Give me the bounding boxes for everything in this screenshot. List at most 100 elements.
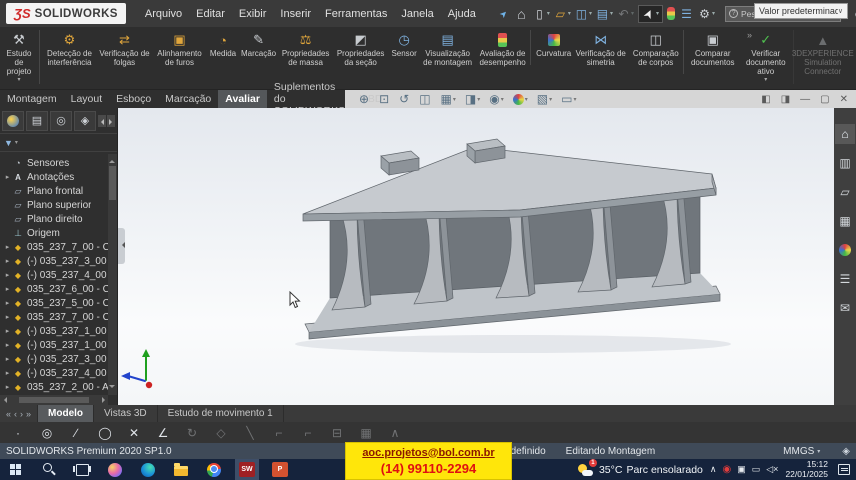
home-tab-icon[interactable]: ⌂ (835, 124, 855, 144)
grid-tool-icon[interactable]: ▦ (358, 426, 374, 440)
curvatura-button[interactable]: ▦ Curvatura (530, 30, 573, 65)
command-tab[interactable]: Suplementos do SOLIDWORKS (267, 90, 352, 108)
command-tab[interactable]: Esboço (109, 90, 158, 108)
verificacao-de-folgas-button[interactable]: ⇄ Verificação de folgas (97, 30, 152, 74)
view-settings-icon[interactable]: ▭ ▾ (561, 92, 576, 106)
featuremanager-tab[interactable] (2, 111, 24, 131)
tree-item[interactable]: ▸ ◆ (-) 035_237_1_00 - Ar (0, 338, 108, 352)
slot-tool-icon[interactable]: ⊟ (329, 426, 345, 440)
expand-arrow-icon[interactable]: ▸ (3, 257, 12, 265)
save-icon[interactable]: ◫ ▾ (575, 6, 592, 22)
corner-point-tool-icon[interactable]: ⌐ (300, 426, 316, 440)
edit-appearance-icon[interactable]: ▾ (513, 94, 528, 105)
units-label[interactable]: MMGS (783, 446, 814, 457)
tree-item[interactable]: ▸ ◆ 035_237_7_00 - Chap (0, 310, 108, 324)
menu-item[interactable]: Ajuda (441, 8, 483, 20)
rotate-tool-icon[interactable]: ↻ (184, 426, 200, 440)
split-horizontal-button[interactable]: ◧ (761, 94, 770, 105)
propertymanager-tab[interactable]: ▤ (26, 111, 48, 131)
contact-email[interactable]: aoc.projetos@bol.com.br (362, 447, 494, 459)
scroll-up-icon[interactable] (109, 155, 116, 164)
open-icon[interactable]: ▱ ▾ (554, 6, 571, 22)
undo-icon[interactable]: ↶ ▾ (617, 6, 634, 22)
comparar-documentos-button[interactable]: ▣ Comparar documentos (683, 30, 738, 74)
print-icon[interactable]: ▤ ▾ (596, 6, 613, 22)
sensor-button[interactable]: ◷ Sensor (388, 30, 420, 65)
chamfer-tool-icon[interactable]: ∧ (387, 426, 403, 440)
avaliacao-de-desempenho-button[interactable]: ◉ Avaliação de desempenho (475, 30, 530, 74)
command-tab[interactable]: Marcação (158, 90, 218, 108)
copilot-button[interactable] (103, 459, 127, 480)
propriedades-de-massa-button[interactable]: ⚖ Propriedades de massa (278, 30, 333, 74)
pin-icon[interactable]: ➤ (497, 6, 511, 22)
display-style-icon[interactable]: ◨ ▾ (465, 92, 480, 106)
tree-item[interactable]: ▸ ◆ (-) 035_237_4_00 - Ch (0, 268, 108, 282)
document-tab[interactable]: Vistas 3D (94, 405, 158, 422)
trim-tool-icon[interactable]: ✕ (126, 426, 142, 440)
tree-item[interactable]: ▸ ◆ (-) 035_237_3_00 - Ch (0, 254, 108, 268)
tree-item[interactable]: ▸ ◆ (-) 035_237_1_00 - Ar (0, 324, 108, 338)
tree-horizontal-scrollbar[interactable] (0, 395, 108, 405)
edge-button[interactable] (136, 459, 160, 480)
solidworks-button[interactable]: SW (235, 459, 259, 480)
tab-nav-arrow-icon[interactable]: ‹ (14, 409, 17, 419)
design-library-icon[interactable]: ▱ (835, 182, 855, 202)
tree-item[interactable]: ▸ ◆ (-) 035_237_4_00 - Ch (0, 366, 108, 380)
start-button[interactable] (4, 459, 28, 480)
ribbon-overflow-icon[interactable]: » (747, 30, 752, 40)
zoom-fit-icon[interactable]: ⊕ (359, 92, 370, 106)
chrome-button[interactable] (202, 459, 226, 480)
section-view-icon[interactable]: ◫ (419, 92, 431, 106)
line-tool-icon[interactable]: ∕ (68, 426, 84, 440)
filter-funnel-icon[interactable]: ▼ (4, 138, 13, 148)
verificacao-de-simetria-button[interactable]: ⋈ Verificação de simetria (573, 30, 628, 74)
deteccao-de-interferencia-button[interactable]: ⚙ Detecção de interferência (42, 30, 97, 74)
command-tab[interactable]: Layout (64, 90, 110, 108)
tray-record-icon[interactable]: ◉ (723, 464, 732, 475)
file-explorer-button[interactable] (169, 459, 193, 480)
rebuild-traffic-light-icon[interactable]: ◉ (667, 7, 676, 20)
tree-item[interactable]: ▸ A Anotações (0, 170, 108, 184)
estudo-de-projeto-button[interactable]: ⚒ Estudo de projeto ▾ (2, 30, 40, 84)
tag-icon[interactable]: ◈ (842, 446, 850, 457)
menu-item[interactable]: Exibir (232, 8, 274, 20)
angle-tool-icon[interactable]: ∠ (155, 426, 171, 440)
medida-button[interactable]: ◔ Medida (207, 30, 239, 65)
visualizacao-de-montagem-button[interactable]: ▤ Visualização de montagem (420, 30, 475, 74)
tab-scroll-left-icon[interactable] (98, 115, 106, 127)
tree-vertical-scrollbar[interactable] (108, 154, 117, 395)
comparacao-de-corpos-button[interactable]: ◫ Comparação de corpos (628, 30, 683, 74)
mirror-tool-icon[interactable]: ◇ (213, 426, 229, 440)
tray-app-icon[interactable]: ▣ (737, 464, 746, 475)
corner-rectangle-tool-icon[interactable]: ⌐ (271, 426, 287, 440)
marcacao-button[interactable]: ✎ Marcação (239, 30, 278, 65)
scroll-right-icon[interactable] (99, 396, 108, 404)
scrollbar-thumb[interactable] (109, 166, 116, 200)
doc-restore-button[interactable]: ▢ (820, 94, 829, 105)
previous-view-icon[interactable]: ↺ (399, 92, 410, 106)
zoom-area-icon[interactable]: ⊡ (379, 92, 390, 106)
doc-minimize-button[interactable]: — (800, 94, 810, 105)
dimxpertmanager-tab[interactable]: ◈ (74, 111, 96, 131)
tree-item[interactable]: ▸ ◆ 035_237_6_00 - Chap (0, 282, 108, 296)
offset-tool-icon[interactable]: ╲ (242, 426, 258, 440)
new-document-icon[interactable]: ▯ ▾ (533, 6, 550, 22)
tree-item[interactable]: ▸ ◆ 035_237_7_00 - Chap (0, 240, 108, 254)
tray-chevron-icon[interactable]: ∧ (710, 464, 717, 475)
expand-arrow-icon[interactable]: ▸ (3, 383, 12, 391)
menu-item[interactable]: Inserir (273, 8, 318, 20)
propriedades-da-secao-button[interactable]: ◩ Propriedades da seção (333, 30, 388, 74)
expand-arrow-icon[interactable]: ▸ (3, 369, 12, 377)
home-icon[interactable]: ⌂ (515, 6, 529, 22)
expand-arrow-icon[interactable]: ▸ (3, 285, 12, 293)
tray-display-icon[interactable]: ▭ (752, 464, 761, 475)
apply-scene-icon[interactable]: ▧ ▾ (537, 92, 552, 106)
tree-item[interactable]: ▸ ◆ 035_237_2_00 - Arru (0, 380, 108, 394)
document-tab[interactable]: Modelo (38, 405, 94, 422)
settings-gear-icon[interactable]: ⚙ ▾ (698, 6, 715, 22)
doc-close-button[interactable]: ✕ (840, 94, 848, 105)
3d-model[interactable] (303, 139, 720, 339)
expand-arrow-icon[interactable]: ▸ (3, 299, 12, 307)
tab-nav-arrow-icon[interactable]: » (26, 409, 31, 419)
expand-arrow-icon[interactable]: ▸ (3, 173, 12, 181)
